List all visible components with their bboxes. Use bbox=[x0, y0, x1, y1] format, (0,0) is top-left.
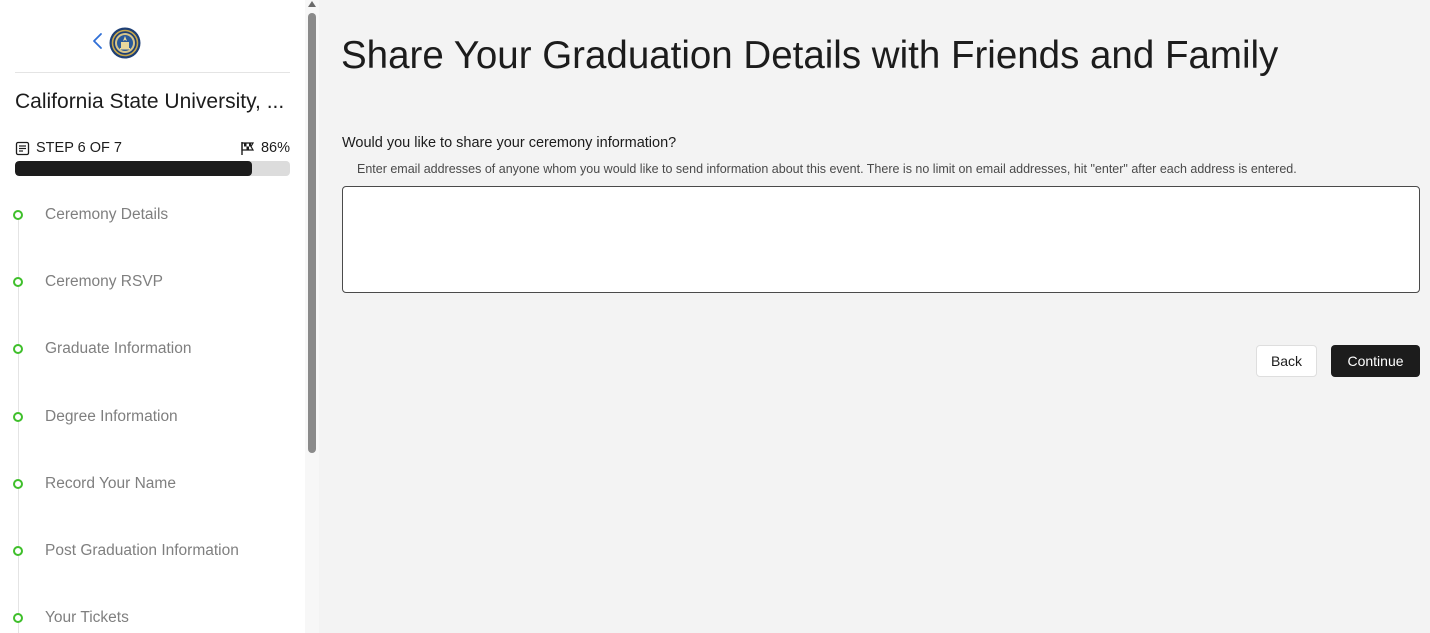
circle-outline-icon bbox=[13, 210, 23, 220]
sidebar-step-graduate-information[interactable]: Graduate Information bbox=[13, 337, 191, 361]
document-icon bbox=[15, 141, 30, 155]
sidebar-step-ceremony-details[interactable]: Ceremony Details bbox=[13, 203, 168, 227]
sidebar-scrollbar[interactable] bbox=[305, 0, 319, 633]
step-label: Record Your Name bbox=[45, 475, 176, 492]
progress-bar-fill bbox=[15, 161, 252, 176]
circle-outline-icon bbox=[13, 613, 23, 623]
sidebar-header bbox=[15, 0, 290, 73]
step-text: STEP 6 OF 7 bbox=[36, 140, 122, 156]
scroll-up-arrow-icon[interactable] bbox=[308, 1, 316, 7]
back-button[interactable]: Back bbox=[1256, 345, 1317, 377]
step-indicator: STEP 6 OF 7 bbox=[15, 140, 122, 156]
circle-outline-icon bbox=[13, 479, 23, 489]
page-title: Share Your Graduation Details with Frien… bbox=[341, 34, 1279, 77]
chevron-left-icon[interactable] bbox=[88, 30, 108, 52]
circle-outline-icon bbox=[13, 412, 23, 422]
progress-bar bbox=[15, 161, 290, 176]
checkered-flag-icon bbox=[241, 141, 255, 155]
step-label: Ceremony Details bbox=[45, 206, 169, 223]
percent-indicator: 86% bbox=[240, 140, 290, 156]
sidebar-step-ceremony-rsvp[interactable]: Ceremony RSVP bbox=[13, 270, 163, 294]
share-question: Would you like to share your ceremony in… bbox=[342, 135, 677, 151]
circle-outline-icon bbox=[13, 277, 23, 287]
step-label: Degree Information bbox=[45, 408, 178, 425]
circle-outline-icon bbox=[13, 546, 23, 556]
step-label: Your Tickets bbox=[45, 609, 129, 626]
circle-outline-icon bbox=[13, 344, 23, 354]
university-seal-icon bbox=[109, 27, 141, 59]
sidebar-step-your-tickets[interactable]: Your Tickets bbox=[13, 606, 129, 630]
scrollbar-thumb[interactable] bbox=[308, 13, 316, 453]
email-hint: Enter email addresses of anyone whom you… bbox=[357, 162, 1297, 176]
step-label: Graduate Information bbox=[45, 340, 192, 357]
sidebar-step-post-graduation-information[interactable]: Post Graduation Information bbox=[13, 539, 239, 563]
sidebar: California State University, ... STEP 6 … bbox=[0, 0, 305, 633]
step-label: Post Graduation Information bbox=[45, 542, 239, 559]
step-label: Ceremony RSVP bbox=[45, 273, 164, 290]
university-name: California State University, ... bbox=[15, 90, 285, 113]
sidebar-step-degree-information[interactable]: Degree Information bbox=[13, 405, 178, 429]
sidebar-step-record-your-name[interactable]: Record Your Name bbox=[13, 472, 176, 496]
continue-button[interactable]: Continue bbox=[1331, 345, 1420, 377]
step-progress-row: STEP 6 OF 7 86% bbox=[15, 140, 290, 158]
percent-text: 86% bbox=[260, 140, 290, 156]
email-addresses-input[interactable] bbox=[342, 186, 1420, 293]
